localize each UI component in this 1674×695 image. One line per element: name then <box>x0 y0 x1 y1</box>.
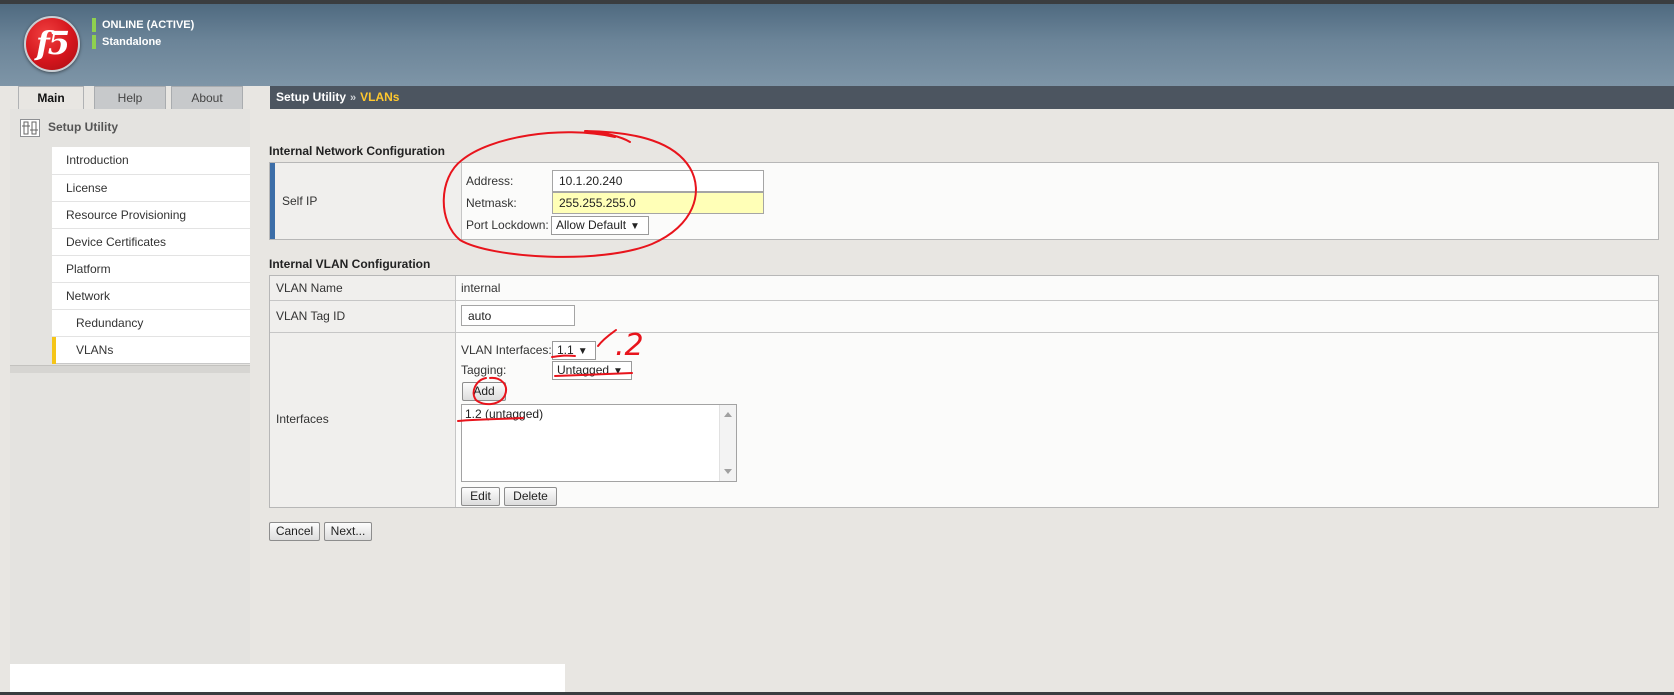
internal-vlan-title: Internal VLAN Configuration <box>269 257 431 271</box>
chevron-down-icon: ▼ <box>613 366 623 377</box>
sidebar-item-device-certificates[interactable]: Device Certificates <box>52 228 250 255</box>
listbox-scrollbar[interactable] <box>719 405 736 481</box>
status-standalone: Standalone <box>92 35 161 49</box>
sidebar-nav: Introduction License Resource Provisioni… <box>52 147 250 364</box>
sidebar-item-vlans[interactable]: VLANs <box>52 336 250 364</box>
vlan-name-value: internal <box>461 281 501 295</box>
tab-main[interactable]: Main <box>18 86 84 109</box>
breadcrumb: Setup Utility » VLANs <box>270 86 1674 109</box>
port-lockdown-value: Allow Default <box>556 218 627 232</box>
address-label: Address: <box>466 174 514 188</box>
next-button[interactable]: Next... <box>324 522 372 541</box>
sidebar-item-redundancy[interactable]: Redundancy <box>52 309 250 336</box>
vlan-row-divider-2 <box>270 332 1658 333</box>
vlan-interfaces-value: 1.1 <box>557 343 574 357</box>
status-online: ONLINE (ACTIVE) <box>92 18 194 32</box>
tagging-label: Tagging: <box>461 363 507 377</box>
vlan-col-divider <box>455 276 456 507</box>
edit-interface-button[interactable]: Edit <box>461 487 500 506</box>
tagging-select[interactable]: Untagged ▼ <box>552 361 632 380</box>
sidebar-title: Setup Utility <box>20 117 118 137</box>
interfaces-label: Interfaces <box>276 412 329 426</box>
vlan-interfaces-label: VLAN Interfaces: <box>461 343 552 357</box>
netmask-input[interactable] <box>552 192 764 214</box>
self-ip-label: Self IP <box>282 194 318 208</box>
chevron-down-icon: ▼ <box>577 346 588 357</box>
breadcrumb-current: VLANs <box>360 90 400 104</box>
add-interface-button[interactable]: Add <box>462 382 506 401</box>
tab-about[interactable]: About <box>171 86 243 109</box>
tab-help[interactable]: Help <box>94 86 166 109</box>
vlan-panel: VLAN Name internal VLAN Tag ID Interface… <box>269 275 1659 508</box>
delete-interface-button[interactable]: Delete <box>504 487 557 506</box>
app-window: f5 ONLINE (ACTIVE) Standalone Main Help … <box>0 0 1674 695</box>
netmask-label: Netmask: <box>466 196 517 210</box>
header-banner: f5 ONLINE (ACTIVE) Standalone <box>0 4 1674 86</box>
port-lockdown-select[interactable]: Allow Default ▼ <box>551 216 649 235</box>
vlan-name-label: VLAN Name <box>276 281 343 295</box>
address-input[interactable] <box>552 170 764 192</box>
sidebar-divider <box>10 365 250 373</box>
list-item[interactable]: 1.2 (untagged) <box>465 407 543 421</box>
vlan-row-divider-1 <box>270 300 1658 301</box>
tagging-value: Untagged <box>557 363 610 377</box>
sidebar-item-network[interactable]: Network <box>52 282 250 309</box>
sidebar-item-introduction[interactable]: Introduction <box>52 147 250 174</box>
sidebar-item-resource-provisioning[interactable]: Resource Provisioning <box>52 201 250 228</box>
scroll-up-icon[interactable] <box>724 412 732 417</box>
cancel-button[interactable]: Cancel <box>269 522 320 541</box>
scroll-down-icon[interactable] <box>724 469 732 474</box>
breadcrumb-separator: » <box>350 92 357 104</box>
internal-network-title: Internal Network Configuration <box>269 144 446 158</box>
self-ip-col-divider <box>461 163 462 239</box>
self-ip-panel: Self IP Address: Netmask: Port Lockdown:… <box>269 162 1659 240</box>
vlan-tag-input[interactable] <box>461 305 575 326</box>
chevron-down-icon: ▼ <box>630 221 640 232</box>
breadcrumb-root[interactable]: Setup Utility <box>276 90 346 104</box>
bottom-panel <box>10 664 565 695</box>
sidebar-item-license[interactable]: License <box>52 174 250 201</box>
vlan-tag-label: VLAN Tag ID <box>276 309 346 323</box>
setup-utility-icon <box>20 118 40 137</box>
interfaces-listbox[interactable]: 1.2 (untagged) <box>461 404 737 482</box>
sidebar-item-platform[interactable]: Platform <box>52 255 250 282</box>
vlan-interfaces-select[interactable]: 1.1 ▼ <box>552 341 596 360</box>
port-lockdown-label: Port Lockdown: <box>466 218 549 232</box>
f5-logo: f5 <box>24 16 80 72</box>
sidebar: Setup Utility Introduction License Resou… <box>10 109 250 664</box>
sidebar-title-label: Setup Utility <box>48 120 119 134</box>
